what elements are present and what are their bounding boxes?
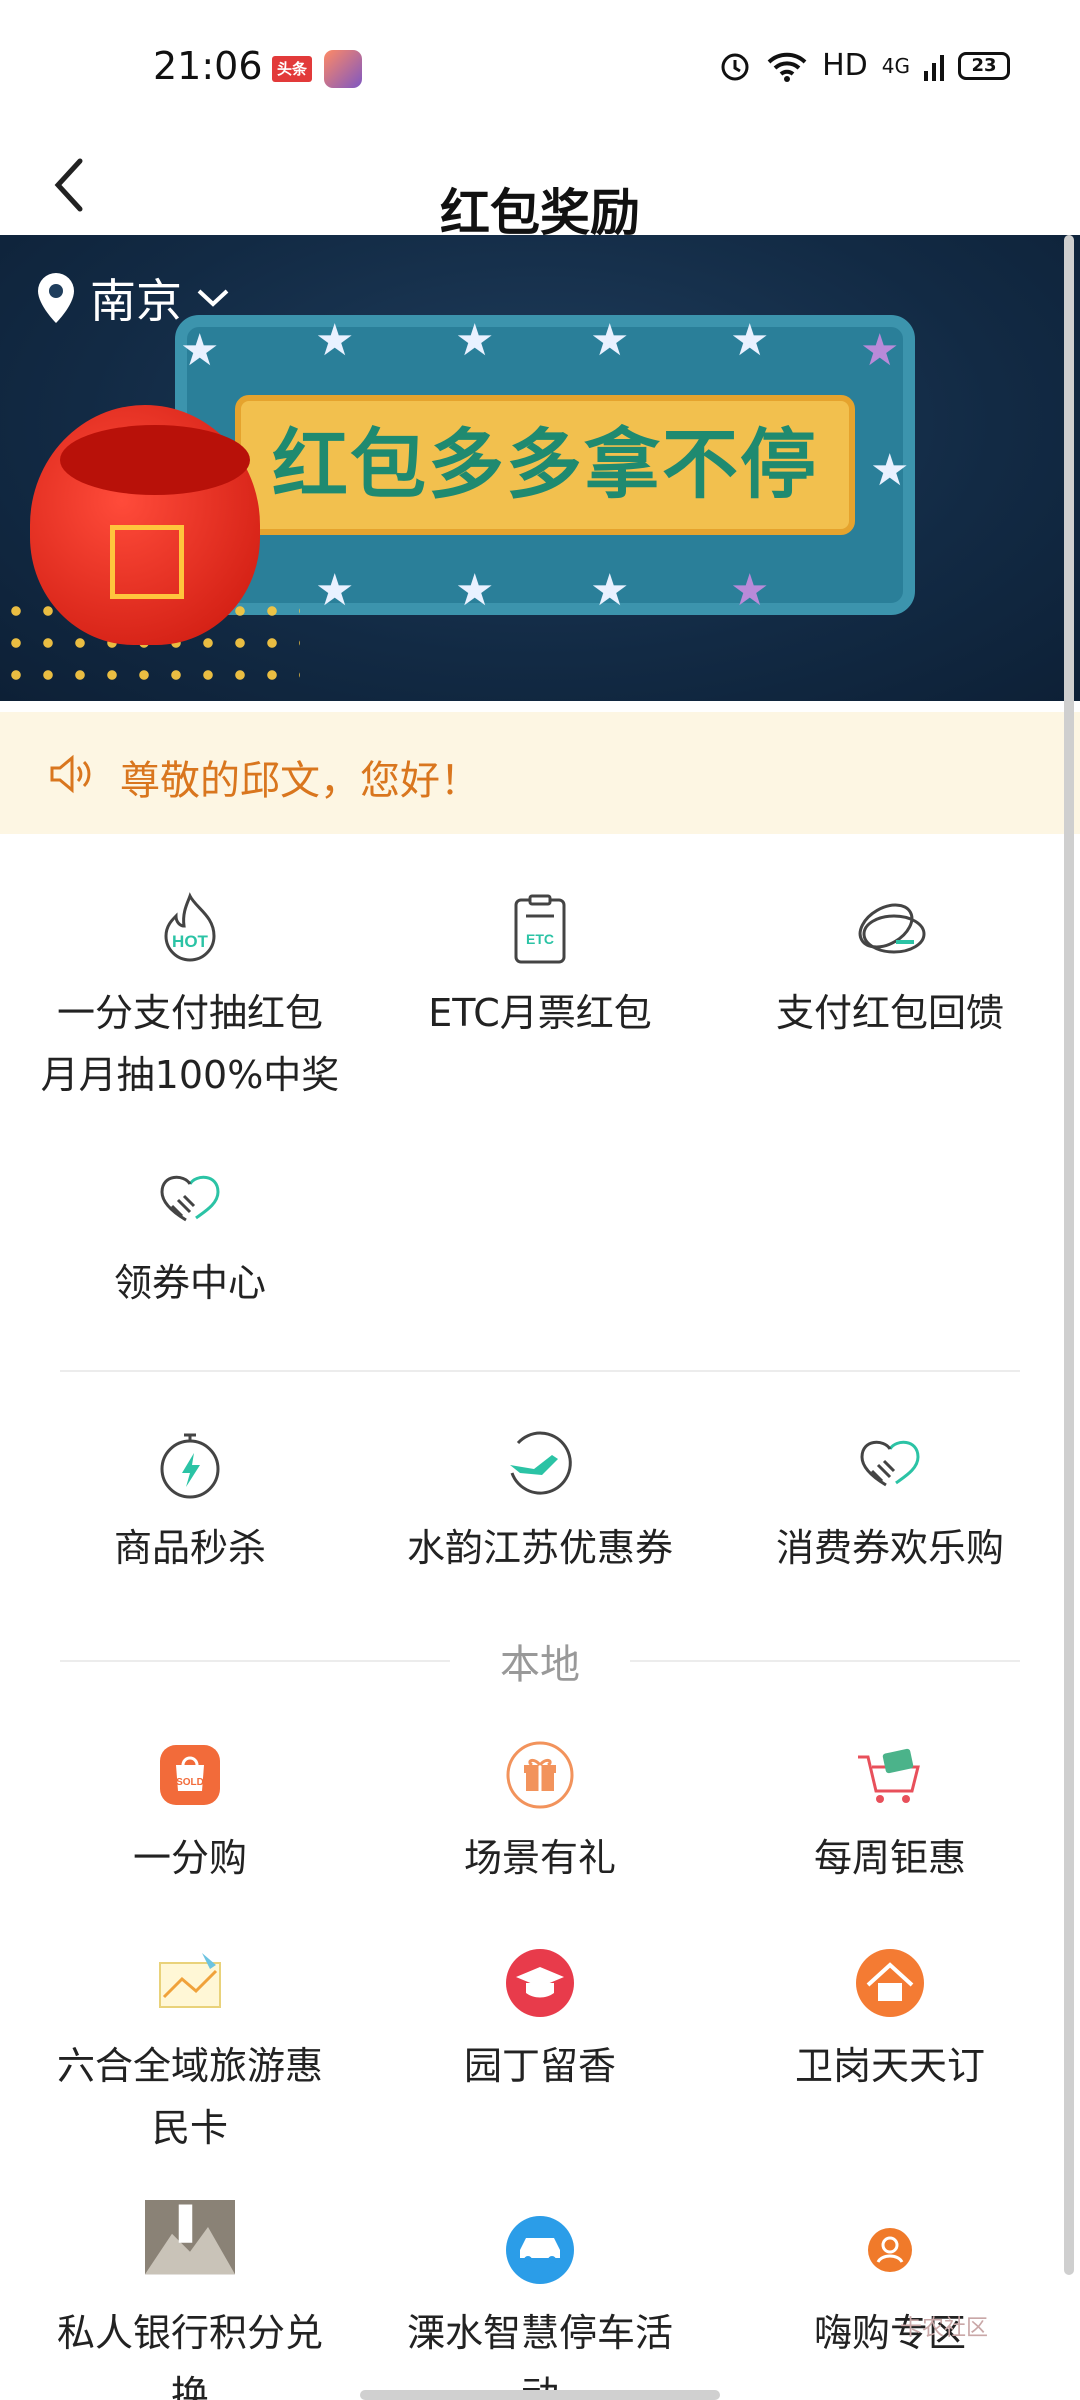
car-icon [506, 2216, 574, 2284]
shopping-cart-icon [858, 1748, 920, 1803]
star-decoration: ★ [870, 445, 910, 496]
grid-label: 嗨购专区 [813, 2311, 966, 2355]
grid-label: 场景有礼 [463, 1836, 616, 1880]
grid-label: 一分购 [132, 1836, 247, 1880]
grid-item-lottery[interactable]: HOT 一分支付抽红包 月月抽100%中奖 [10, 890, 370, 1106]
grid-label: 六合全域旅游惠 民卡 [56, 2044, 323, 2150]
star-decoration: ★ [860, 325, 900, 376]
star-decoration: ★ [180, 325, 220, 376]
grid-label: 园丁留香 [463, 2044, 616, 2088]
app-header: 红包奖励 [0, 135, 1080, 242]
star-decoration: ★ [590, 565, 630, 616]
promo-banner[interactable]: ★ ★ ★ ★ ★ ★ ★ ★ ★ ★ ★ 红包多多拿不停 南京 [0, 235, 1080, 701]
city-selector[interactable]: 南京 [36, 265, 230, 331]
star-decoration: ★ [730, 565, 770, 616]
grid-item-flash-sale[interactable]: 商品秒杀 [10, 1425, 370, 1579]
grid-label: 私人银行积分兑换 [56, 2311, 323, 2400]
grid-label: 消费券欢乐购 [775, 1526, 1004, 1570]
handshake-heart-icon [860, 1440, 920, 1487]
signal-label: 4G [881, 53, 910, 78]
sold-bag-icon: SOLD [160, 1745, 220, 1805]
svg-text:HOT: HOT [172, 932, 209, 951]
signal-bars-icon [924, 54, 944, 81]
app-notification-icon [324, 50, 362, 88]
banner-headline: 红包多多拿不停 [272, 420, 818, 509]
etc-card-icon: ETC [514, 894, 566, 964]
grid-item-weekly-deals[interactable]: 每周钜惠 [710, 1735, 1070, 1889]
grid-item-etc[interactable]: ETC ETC月票红包 [360, 890, 720, 1044]
star-decoration: ★ [315, 315, 355, 366]
city-label: 南京 [90, 274, 182, 328]
chevron-down-icon [197, 289, 229, 307]
grid-item-weigang-daily[interactable]: 卫岗天天订 [710, 1943, 1070, 2097]
star-decoration: ★ [730, 315, 770, 366]
plane-globe-icon [510, 1431, 572, 1495]
grid-label: 领券中心 [113, 1261, 266, 1305]
status-indicators: HD 4G 23 [718, 48, 1010, 83]
grid-label: 溧水智慧停车活动 [406, 2311, 673, 2400]
alarm-icon [721, 53, 749, 80]
wifi-icon [767, 52, 807, 82]
grid-item-one-cent-buy[interactable]: SOLD 一分购 [10, 1735, 370, 1889]
speaker-icon [50, 754, 91, 794]
grid-label: 商品秒杀 [113, 1526, 266, 1570]
watermark: 卡农社区 [900, 2316, 989, 2341]
grid-label: 支付红包回馈 [775, 991, 1004, 1035]
graduation-cap-icon [506, 1949, 574, 2017]
grid-label: 每周钜惠 [813, 1836, 966, 1880]
grid-item-luhe-travel-card[interactable]: 六合全域旅游惠 民卡 [10, 1943, 370, 2159]
grid-item-lishui-parking[interactable]: 溧水智慧停车活动 [360, 2210, 720, 2400]
coupon-disc-icon [858, 903, 926, 954]
bag-emblem [110, 525, 184, 599]
grid-item-jiangsu-coupon[interactable]: 水韵江苏优惠券 [360, 1425, 720, 1579]
svg-text:ETC: ETC [526, 931, 554, 947]
greeting-text: 尊敬的邱文，您好！ [120, 758, 480, 804]
location-pin-icon [38, 273, 74, 323]
scrollbar[interactable] [1064, 235, 1074, 2275]
star-decoration: ★ [590, 315, 630, 366]
user-badge-icon [868, 2228, 912, 2272]
battery-indicator: 23 [958, 51, 1010, 80]
grid-item-hi-shopping[interactable]: 嗨购专区 [710, 2210, 1070, 2364]
travel-map-icon [159, 1953, 221, 2008]
news-app-badge: 头条 [272, 56, 312, 82]
grid-item-private-bank-points[interactable]: 私人银行积分兑换 [10, 2200, 370, 2400]
home-indicator[interactable] [360, 2390, 720, 2400]
grid-item-coupon-center[interactable]: 领券中心 [10, 1160, 370, 1314]
local-divider-right [630, 1660, 1020, 1662]
grid-label: 一分支付抽红包 月月抽100%中奖 [40, 991, 340, 1097]
grid-item-pay-feedback[interactable]: 支付红包回馈 [710, 890, 1070, 1044]
grid-label: ETC月票红包 [428, 991, 652, 1035]
star-decoration: ★ [455, 315, 495, 366]
stopwatch-bolt-icon [160, 1433, 220, 1499]
status-time: 21:06 [153, 44, 263, 88]
grid-item-scene-gift[interactable]: 场景有礼 [360, 1735, 720, 1889]
grid-label: 水韵江苏优惠券 [406, 1526, 673, 1570]
private-bank-logo-icon [145, 2200, 235, 2275]
status-bar: 21:06 头条 HD 4G 23 [0, 0, 1080, 135]
grid-item-gardener[interactable]: 园丁留香 [360, 1943, 720, 2097]
hot-flame-icon: HOT [164, 892, 216, 962]
house-icon [856, 1949, 924, 2017]
grid-label: 卫岗天天订 [794, 2044, 985, 2088]
star-decoration: ★ [455, 565, 495, 616]
greeting-notice: 尊敬的邱文，您好！ [0, 712, 1080, 834]
star-decoration: ★ [315, 565, 355, 616]
handshake-heart-icon [160, 1175, 220, 1222]
gift-icon [506, 1741, 574, 1809]
svg-text:SOLD: SOLD [176, 1777, 204, 1788]
section-divider [60, 1370, 1020, 1372]
red-bag-top [60, 425, 250, 495]
network-label: HD [822, 48, 868, 83]
grid-item-voucher-shopping[interactable]: 消费券欢乐购 [710, 1425, 1070, 1579]
